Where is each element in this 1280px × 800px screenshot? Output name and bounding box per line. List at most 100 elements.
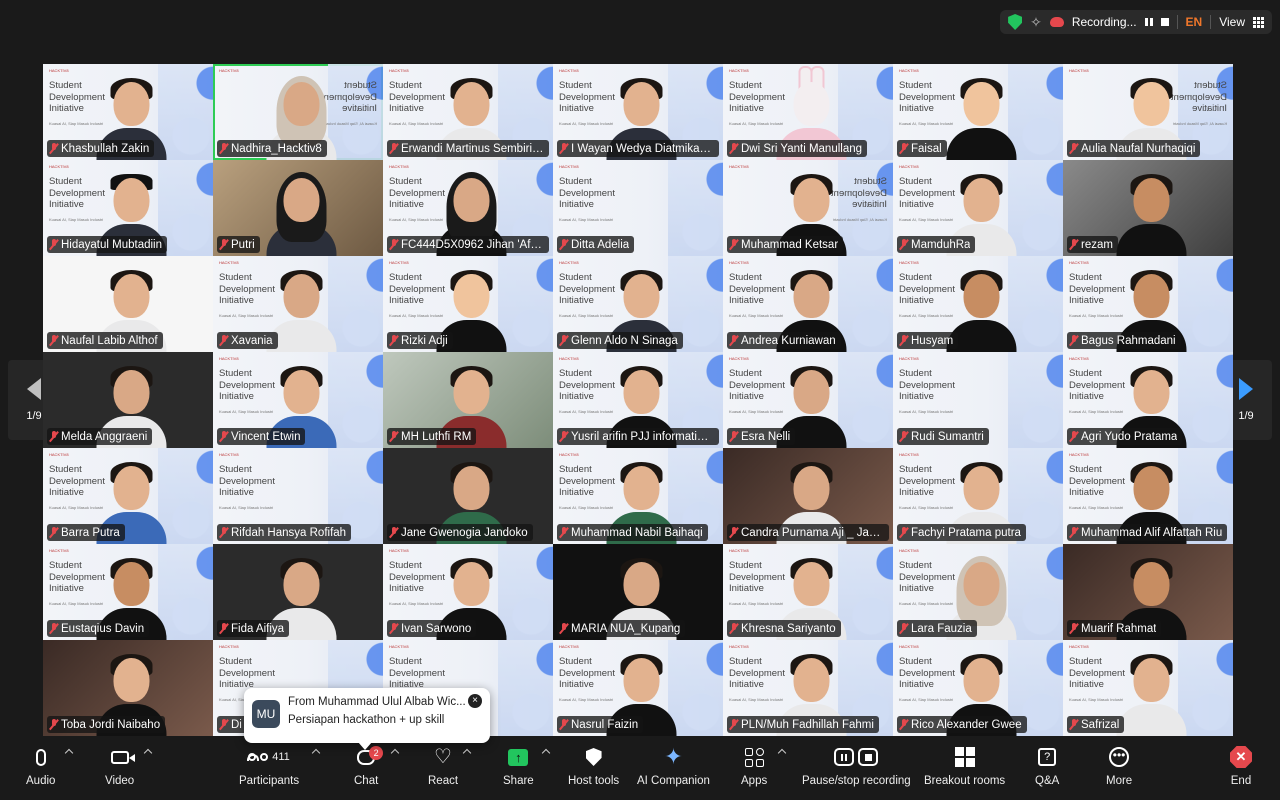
participant-video-tile[interactable]: HACKTIV8StudentDevelopmentInitiativeKuas… xyxy=(213,64,383,160)
participant-video-tile[interactable]: HACKTIV8StudentDevelopmentInitiativeKuas… xyxy=(893,544,1063,640)
qa-label: Q&A xyxy=(1035,775,1060,787)
language-interpretation-button[interactable]: EN xyxy=(1186,15,1203,29)
participant-video-tile[interactable]: HACKTIV8StudentDevelopmentInitiativeKuas… xyxy=(43,160,213,256)
pause-stop-recording-button[interactable]: Pause/stop recording xyxy=(802,744,911,787)
participant-video-tile[interactable]: HACKTIV8StudentDevelopmentInitiativeKuas… xyxy=(1063,448,1233,544)
close-icon[interactable]: × xyxy=(468,694,482,708)
participant-video-tile[interactable]: HACKTIV8StudentDevelopmentInitiativeKuas… xyxy=(553,640,723,736)
slide-logo: HACKTIV8 xyxy=(559,356,579,361)
chat-notification-popup[interactable]: MU From Muhammad Ulul Albab Wic... Persi… xyxy=(244,688,490,750)
participant-video-tile[interactable]: HACKTIV8StudentDevelopmentInitiativeKuas… xyxy=(383,256,553,352)
ai-sparkle-icon[interactable]: ✧ xyxy=(1030,14,1042,31)
pause-stop-icon xyxy=(834,748,879,766)
participant-video-tile[interactable]: HACKTIV8StudentDevelopmentInitiativeKuas… xyxy=(383,160,553,256)
participant-name: Faisal xyxy=(911,142,942,155)
participant-name: MamduhRa xyxy=(911,238,971,251)
security-shield-icon[interactable] xyxy=(1008,14,1023,30)
participant-video-tile[interactable]: HACKTIV8StudentDevelopmentInitiativeKuas… xyxy=(553,64,723,160)
slide-logo: HACKTIV8 xyxy=(899,260,919,265)
participant-video-tile[interactable]: HACKTIV8StudentDevelopmentInitiativeKuas… xyxy=(43,448,213,544)
participant-video-tile[interactable]: HACKTIV8StudentDevelopmentInitiativeKuas… xyxy=(1063,640,1233,736)
participant-video-tile[interactable]: MARIA NUA_Kupang xyxy=(553,544,723,640)
qa-button[interactable]: ? Q&A xyxy=(1035,744,1059,787)
participant-name-tag: Muhammad Nabil Baihaqi xyxy=(557,524,708,541)
participant-name-tag: Nasrul Faizin xyxy=(557,716,644,733)
participant-video-tile[interactable]: Naufal Labib Althof xyxy=(43,256,213,352)
video-options-chevron-icon[interactable] xyxy=(143,748,153,758)
participant-video-tile[interactable]: HACKTIV8StudentDevelopmentInitiativeKuas… xyxy=(893,352,1063,448)
participant-video-tile[interactable]: Muarif Rahmat xyxy=(1063,544,1233,640)
participant-name-tag: Naufal Labib Althof xyxy=(47,332,163,349)
participant-video-tile[interactable]: HACKTIV8StudentDevelopmentInitiativeKuas… xyxy=(723,256,893,352)
share-options-chevron-icon[interactable] xyxy=(541,748,551,758)
share-button[interactable]: ↑ Share xyxy=(503,744,534,787)
view-button-label[interactable]: View xyxy=(1219,15,1245,29)
participants-button[interactable]: 411 Participants xyxy=(239,744,299,787)
participants-options-chevron-icon[interactable] xyxy=(311,748,321,758)
end-meeting-button[interactable]: ✕ End xyxy=(1230,744,1252,787)
participant-video-tile[interactable]: HACKTIV8StudentDevelopmentInitiativeKuas… xyxy=(723,352,893,448)
participant-video-tile[interactable]: HACKTIV8StudentDevelopmentInitiativeKuas… xyxy=(383,64,553,160)
participant-video-tile[interactable]: HACKTIV8StudentDevelopmentInitiativeKuas… xyxy=(723,544,893,640)
slide-logo: HACKTIV8 xyxy=(1069,644,1089,649)
react-button[interactable]: ♡ React xyxy=(428,744,458,787)
apps-options-chevron-icon[interactable] xyxy=(777,748,787,758)
participant-video-tile[interactable]: Jane Gwenogia Jandoko xyxy=(383,448,553,544)
participant-video-tile[interactable]: HACKTIV8StudentDevelopmentInitiativeKuas… xyxy=(893,160,1063,256)
participant-video-tile[interactable]: Candra Purnama Aji _ Jam... xyxy=(723,448,893,544)
share-screen-icon: ↑ xyxy=(508,748,529,766)
participant-video-tile[interactable]: HACKTIV8StudentDevelopmentInitiativeKuas… xyxy=(893,448,1063,544)
participant-name-tag: rezam xyxy=(1067,236,1118,253)
participant-video-tile[interactable]: HACKTIV8StudentDevelopmentInitiativeKuas… xyxy=(893,640,1063,736)
meeting-toolbar: Audio Video 411 Participants 2 Chat ♡ Re… xyxy=(0,738,1280,800)
pause-recording-icon[interactable] xyxy=(1144,18,1153,26)
gallery-view-icon[interactable] xyxy=(1253,16,1264,28)
muted-mic-icon xyxy=(560,239,568,250)
participant-video-tile[interactable]: HACKTIV8StudentDevelopmentInitiativeKuas… xyxy=(553,256,723,352)
audio-options-chevron-icon[interactable] xyxy=(64,748,74,758)
slide-logo: HACKTIV8 xyxy=(1069,260,1089,265)
participant-video-tile[interactable]: HACKTIV8StudentDevelopmentInitiativeKuas… xyxy=(213,256,383,352)
arrow-right-icon xyxy=(1239,378,1253,400)
apps-button[interactable]: Apps xyxy=(741,744,767,787)
slide-logo: HACKTIV8 xyxy=(219,356,239,361)
audio-button[interactable]: Audio xyxy=(26,744,55,787)
participant-name: Melda Anggraeni xyxy=(61,430,148,443)
react-options-chevron-icon[interactable] xyxy=(462,748,472,758)
participant-video-tile[interactable]: HACKTIV8StudentDevelopmentInitiativeKuas… xyxy=(1063,64,1233,160)
participant-video-tile[interactable]: HACKTIV8StudentDevelopmentInitiativeKuas… xyxy=(723,640,893,736)
participant-video-tile[interactable]: HACKTIV8StudentDevelopmentInitiativeKuas… xyxy=(723,64,893,160)
participant-video-tile[interactable]: MH Luthfi RM xyxy=(383,352,553,448)
participant-video-tile[interactable]: HACKTIV8StudentDevelopmentInitiativeKuas… xyxy=(213,448,383,544)
chat-button[interactable]: 2 Chat xyxy=(354,744,384,787)
stop-recording-icon[interactable] xyxy=(1160,18,1169,26)
video-button[interactable]: Video xyxy=(105,744,135,787)
participant-video-tile[interactable]: HACKTIV8StudentDevelopmentInitiativeKuas… xyxy=(1063,256,1233,352)
chat-options-chevron-icon[interactable] xyxy=(390,748,400,758)
participant-video-tile[interactable]: HACKTIV8StudentDevelopmentInitiativeKuas… xyxy=(553,448,723,544)
ai-companion-button[interactable]: ✦ AI Companion xyxy=(637,744,710,788)
participant-name-tag: Muhammad Ketsar xyxy=(727,236,844,253)
participant-name: Muarif Rahmat xyxy=(1081,622,1157,635)
participant-video-tile[interactable]: rezam xyxy=(1063,160,1233,256)
participant-video-tile[interactable]: HACKTIV8StudentDevelopmentInitiativeKuas… xyxy=(553,160,723,256)
muted-mic-icon xyxy=(900,623,908,634)
participant-video-tile[interactable]: HACKTIV8StudentDevelopmentInitiativeKuas… xyxy=(43,64,213,160)
participant-video-tile[interactable]: HACKTIV8StudentDevelopmentInitiativeKuas… xyxy=(43,544,213,640)
participant-video-tile[interactable]: HACKTIV8StudentDevelopmentInitiativeKuas… xyxy=(383,544,553,640)
participant-video-tile[interactable]: HACKTIV8StudentDevelopmentInitiativeKuas… xyxy=(1063,352,1233,448)
participant-video-tile[interactable]: HACKTIV8StudentDevelopmentInitiativeKuas… xyxy=(723,160,893,256)
participant-video-tile[interactable]: Fida Aifiya xyxy=(213,544,383,640)
more-button[interactable]: ••• More xyxy=(1106,744,1132,787)
participant-video-tile[interactable]: Putri xyxy=(213,160,383,256)
breakout-rooms-button[interactable]: Breakout rooms xyxy=(924,744,1005,787)
participant-name: Agri Yudo Pratama xyxy=(1081,430,1178,443)
participant-video-tile[interactable]: Melda Anggraeni xyxy=(43,352,213,448)
participant-video-tile[interactable]: HACKTIV8StudentDevelopmentInitiativeKuas… xyxy=(553,352,723,448)
participant-video-tile[interactable]: HACKTIV8StudentDevelopmentInitiativeKuas… xyxy=(893,256,1063,352)
participant-name: PLN/Muh Fadhillah Fahmi xyxy=(741,718,874,731)
participant-video-tile[interactable]: Toba Jordi Naibaho xyxy=(43,640,213,736)
participant-video-tile[interactable]: HACKTIV8StudentDevelopmentInitiativeKuas… xyxy=(893,64,1063,160)
host-tools-button[interactable]: Host tools xyxy=(568,744,619,787)
participant-video-tile[interactable]: HACKTIV8StudentDevelopmentInitiativeKuas… xyxy=(213,352,383,448)
